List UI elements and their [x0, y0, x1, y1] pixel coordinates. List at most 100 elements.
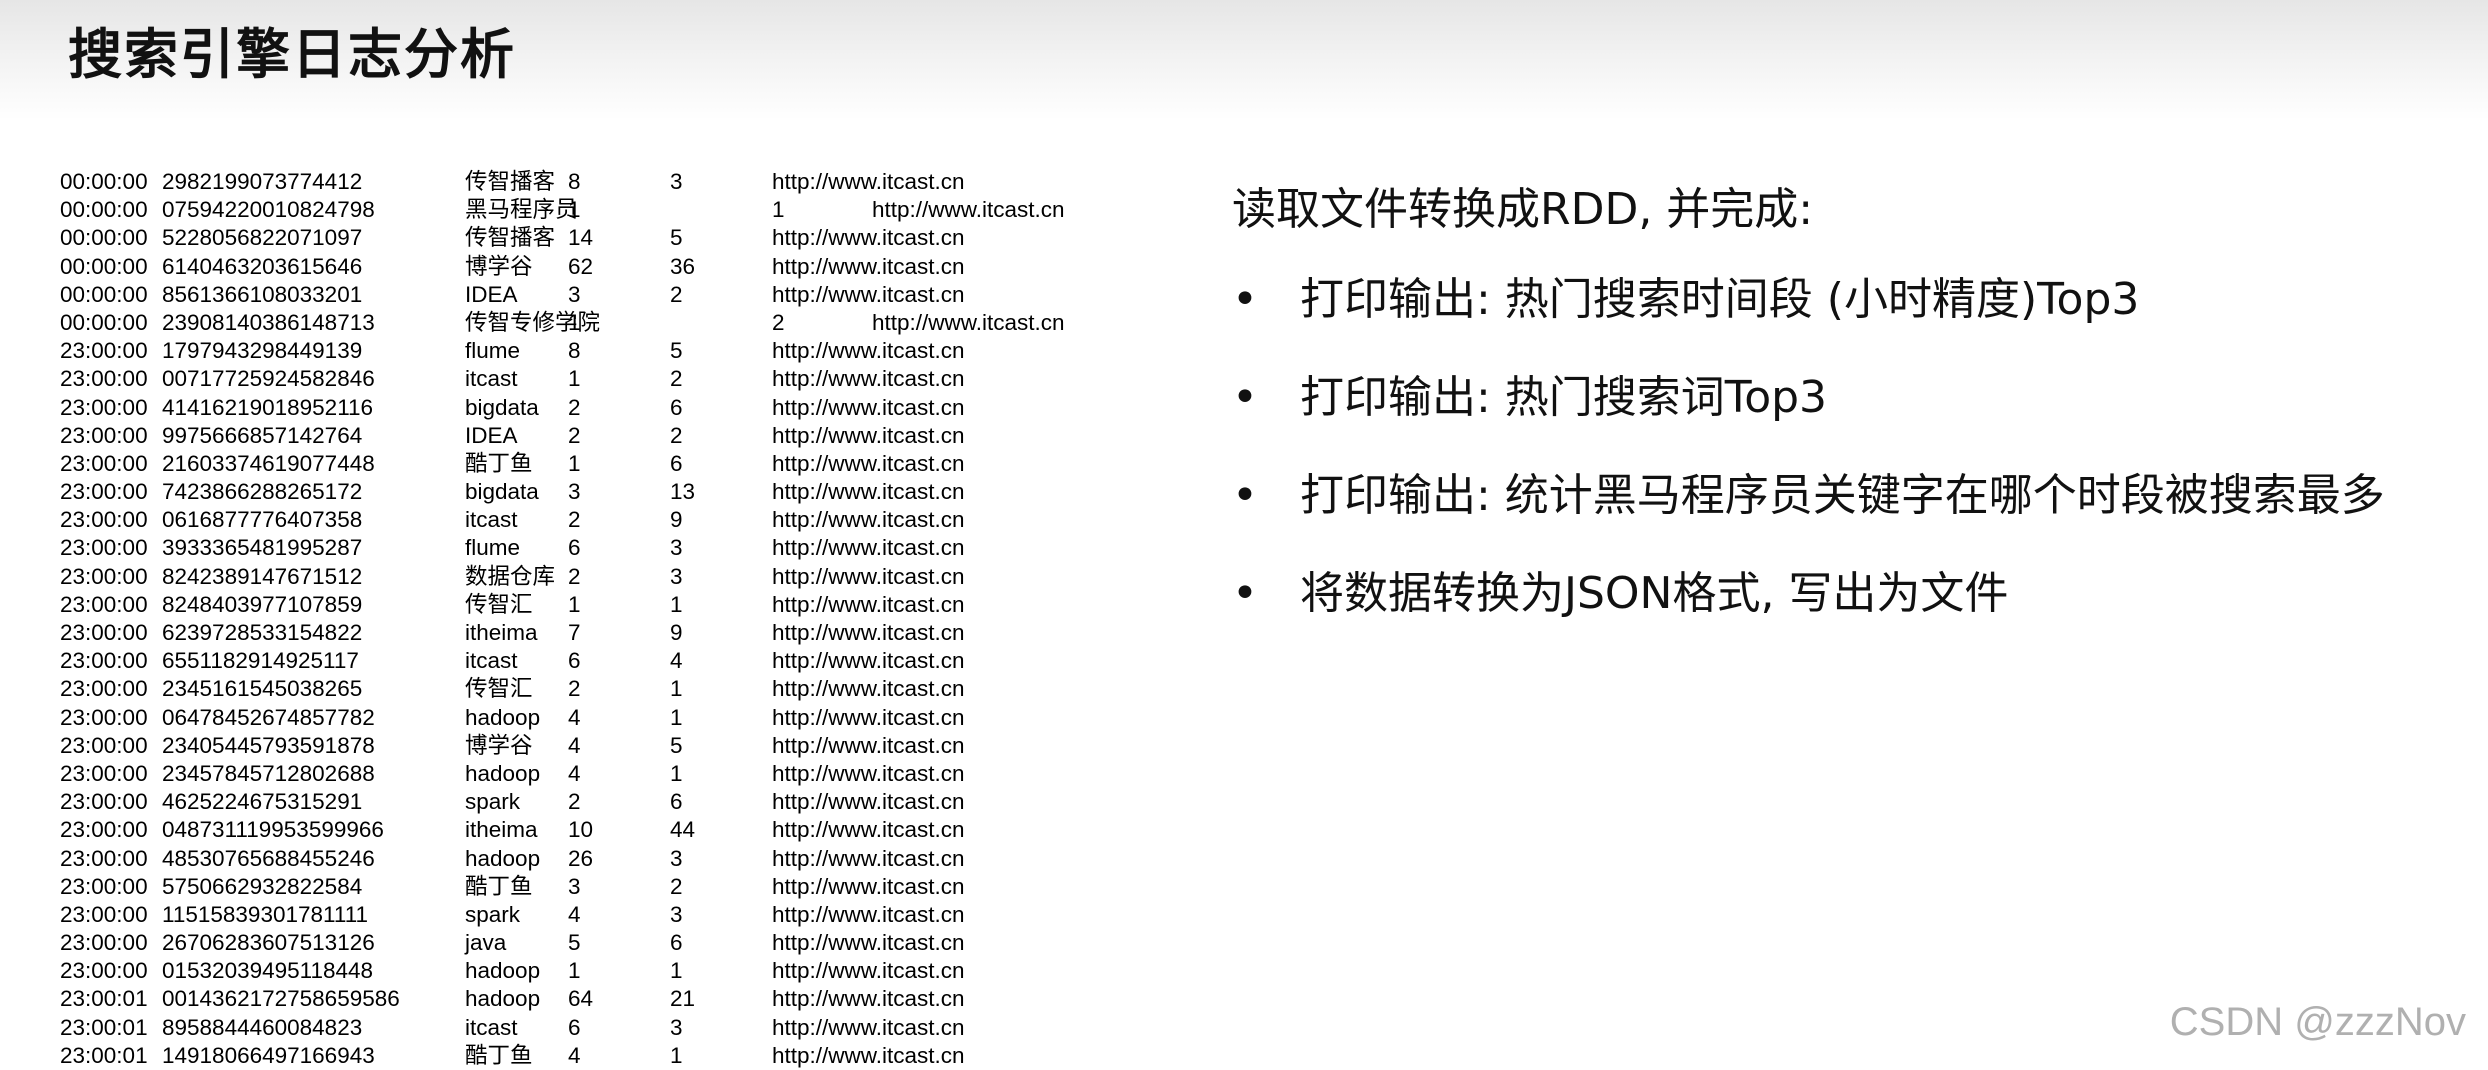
log-rank: 1 [568, 958, 581, 984]
log-keyword: 传智汇 [465, 591, 533, 617]
log-keyword: itcast [465, 366, 518, 392]
log-url: http://www.itcast.cn [772, 591, 965, 617]
log-keyword: hadoop [465, 986, 541, 1012]
log-click: 9 [670, 620, 683, 645]
log-rank: 3 [568, 281, 581, 307]
log-click: 21 [670, 986, 696, 1012]
log-time: 23:00:00 [60, 450, 148, 476]
log-id: 01532039495118448 [162, 958, 374, 984]
log-keyword: bigdata [465, 394, 539, 420]
log-time: 23:00:00 [60, 394, 148, 420]
log-time: 23:00:00 [60, 930, 148, 956]
log-click: 3 [670, 563, 683, 589]
log-rank: 2 [568, 422, 581, 448]
log-keyword: itheima [465, 620, 538, 645]
task-text: 打印输出: 热门搜索时间段 (小时精度)Top3 [1300, 274, 2140, 325]
log-time: 23:00:00 [60, 817, 148, 843]
log-id: 0616877776407358 [162, 507, 363, 533]
log-url: http://www.itcast.cn [772, 986, 965, 1012]
log-rank: 8 [568, 338, 581, 364]
log-url: http://www.itcast.cn [772, 760, 965, 786]
log-click: 1 [670, 760, 683, 786]
task-text: 打印输出: 统计黑马程序员关键字在哪个时段被搜索最多 [1300, 470, 2385, 521]
log-time: 23:00:00 [60, 507, 148, 533]
log-url: http://www.itcast.cn [872, 197, 1065, 223]
log-time: 23:00:00 [60, 366, 148, 392]
log-keyword: 数据仓库 [465, 563, 556, 589]
log-click: 3 [670, 1014, 683, 1040]
log-rank: 3 [568, 479, 581, 505]
log-rank: 4 [568, 760, 581, 786]
log-id: 2982199073774412 [162, 169, 363, 194]
log-rank: 1 [568, 366, 581, 392]
log-rank: 2 [568, 676, 581, 702]
log-url: http://www.itcast.cn [772, 817, 965, 843]
log-id: 0014362172758659586 [162, 986, 400, 1012]
log-id: 23457845712802688 [162, 760, 375, 786]
log-rank: 2 [568, 507, 581, 533]
log-click: 2 [670, 873, 683, 899]
log-url: http://www.itcast.cn [772, 281, 965, 307]
log-click: 2 [670, 366, 683, 392]
log-keyword: spark [465, 901, 521, 927]
log-click: 9 [670, 507, 683, 533]
log-click: 5 [670, 338, 683, 364]
log-click: 2 [670, 281, 683, 307]
log-time: 23:00:00 [60, 338, 148, 364]
log-time: 23:00:00 [60, 563, 148, 589]
log-id: 8958844460084823 [162, 1014, 363, 1040]
log-url: http://www.itcast.cn [772, 845, 965, 871]
log-time: 23:00:00 [60, 760, 148, 786]
log-keyword: 酷丁鱼 [465, 873, 533, 899]
log-rank: 4 [568, 704, 581, 730]
log-time: 23:00:00 [60, 676, 148, 702]
log-keyword: itheima [465, 817, 538, 843]
log-keyword: hadoop [465, 845, 541, 871]
log-rank: 2 [568, 394, 581, 420]
task-text: 打印输出: 热门搜索词Top3 [1300, 372, 1828, 423]
bullet-icon: • [1232, 274, 1258, 325]
task-item: • 打印输出: 热门搜索时间段 (小时精度)Top3 [1232, 270, 2472, 368]
log-id: 2345161545038265 [162, 676, 363, 702]
log-id: 6140463203615646 [162, 253, 363, 279]
log-rank: 6 [568, 535, 581, 561]
log-time: 23:00:00 [60, 535, 148, 561]
log-url: http://www.itcast.cn [772, 422, 965, 448]
log-id: 4625224675315291 [162, 789, 363, 815]
log-time: 00:00:00 [60, 281, 148, 307]
log-id: 23405445793591878 [162, 732, 375, 758]
log-click: 1 [670, 1042, 683, 1068]
log-url: http://www.itcast.cn [772, 648, 965, 674]
log-url: http://www.itcast.cn [772, 789, 965, 815]
log-keyword: bigdata [465, 479, 539, 505]
log-click: 3 [670, 535, 683, 561]
log-id: 9975666857142764 [162, 422, 363, 448]
log-id: 21603374619077448 [162, 450, 375, 476]
bullet-icon: • [1232, 372, 1258, 423]
log-rank: 1 [568, 591, 581, 617]
task-item: • 打印输出: 统计黑马程序员关键字在哪个时段被搜索最多 [1232, 466, 2472, 564]
log-rank: 2 [568, 789, 581, 815]
task-panel: 读取文件转换成RDD, 并完成: • 打印输出: 热门搜索时间段 (小时精度)T… [1232, 180, 2472, 662]
log-id: 6551182914925117 [162, 648, 359, 674]
log-url: http://www.itcast.cn [772, 930, 965, 956]
log-rank: 14 [568, 225, 594, 251]
log-time: 23:00:00 [60, 732, 148, 758]
log-url: http://www.itcast.cn [772, 676, 965, 702]
log-time: 23:00:00 [60, 789, 148, 815]
log-rank: 10 [568, 817, 594, 843]
log-time: 00:00:00 [60, 225, 148, 251]
log-time: 23:00:00 [60, 845, 148, 871]
log-keyword: itcast [465, 507, 518, 533]
log-url: http://www.itcast.cn [772, 225, 965, 251]
log-id: 7423866288265172 [162, 479, 363, 505]
log-keyword: 博学谷 [465, 732, 533, 758]
log-rank: 4 [568, 901, 581, 927]
log-click: 36 [670, 253, 696, 279]
log-rank: 6 [568, 1014, 581, 1040]
log-rank: 2 [568, 563, 581, 589]
log-time: 23:00:00 [60, 958, 148, 984]
log-keyword: spark [465, 789, 521, 815]
log-keyword: hadoop [465, 704, 541, 730]
page-title: 搜索引擎日志分析 [68, 23, 516, 86]
